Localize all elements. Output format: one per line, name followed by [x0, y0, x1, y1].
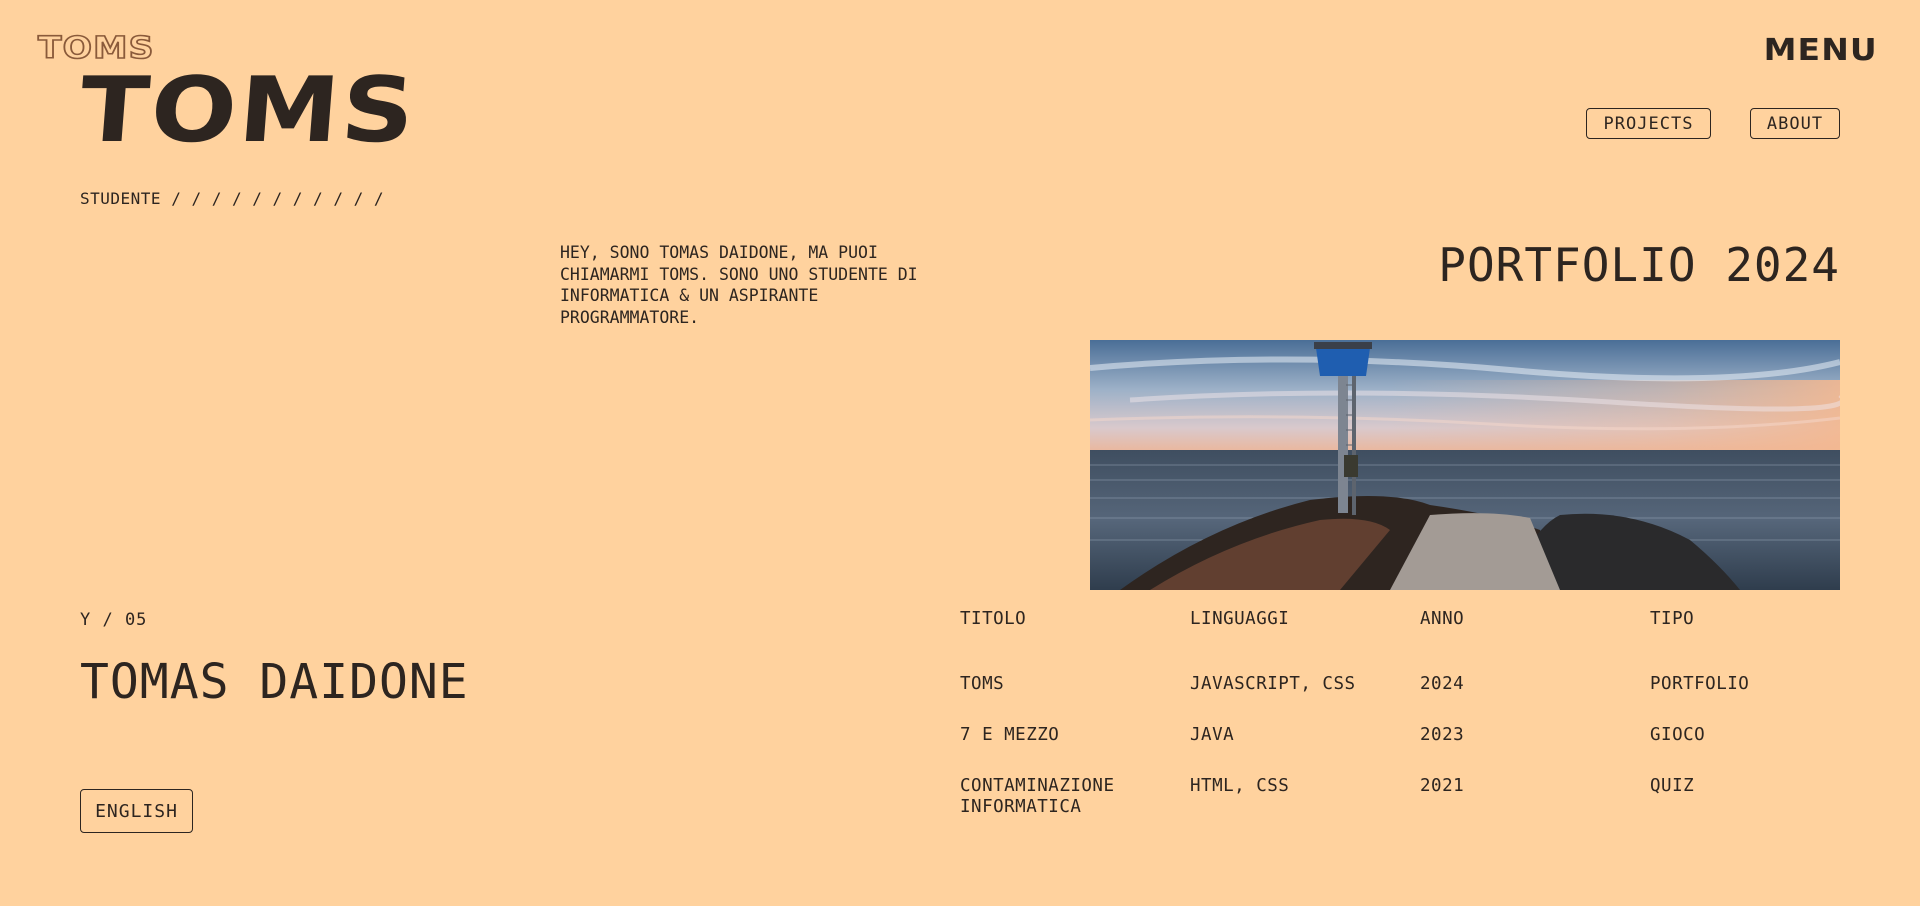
portfolio-title: PORTFOLIO 2024 [1438, 238, 1840, 292]
header-titolo: TITOLO [960, 609, 1027, 629]
logo-big: TOMS [75, 58, 421, 163]
intro-text: HEY, SONO TOMAS DAIDONE, MA PUOI CHIAMAR… [560, 243, 918, 327]
project-languages: JAVA [1190, 725, 1235, 745]
about-nav-button[interactable]: ABOUT [1750, 108, 1840, 139]
year-label: Y / 05 [80, 610, 148, 630]
hero-image-pier-lighthouse [1090, 340, 1840, 590]
projects-table-header: TITOLO LINGUAGGI ANNO TIPO [960, 609, 1840, 629]
project-year: 2024 [1420, 674, 1465, 694]
menu-button[interactable]: MENU [1764, 36, 1878, 66]
project-year: 2023 [1420, 725, 1465, 745]
header-linguaggi: LINGUAGGI [1190, 609, 1290, 629]
table-row[interactable]: TOMS JAVASCRIPT, CSS 2024 PORTFOLIO [960, 674, 1840, 695]
project-title: 7 E MEZZO [960, 725, 1060, 745]
page: TOMS TOMS MENU PROJECTS ABOUT STUDENTE /… [0, 0, 1920, 906]
language-english-button[interactable]: ENGLISH [80, 789, 193, 833]
header-tipo: TIPO [1650, 609, 1695, 629]
project-type: GIOCO [1650, 725, 1706, 745]
projects-nav-button[interactable]: PROJECTS [1586, 108, 1711, 139]
project-languages: JAVASCRIPT, CSS [1190, 674, 1356, 694]
project-title: CONTAMINAZIONE INFORMATICA [960, 776, 1115, 817]
pier-lighthouse-illustration [1090, 340, 1840, 590]
project-title: TOMS [960, 674, 1005, 694]
project-year: 2021 [1420, 776, 1465, 796]
projects-table: TITOLO LINGUAGGI ANNO TIPO TOMS JAVASCRI… [960, 609, 1840, 818]
subtitle-studente: STUDENTE / / / / / / / / / / / [80, 189, 384, 208]
project-type: QUIZ [1650, 776, 1695, 796]
project-type: PORTFOLIO [1650, 674, 1750, 694]
owner-name: TOMAS DAIDONE [80, 654, 469, 710]
header-anno: ANNO [1420, 609, 1465, 629]
table-row[interactable]: 7 E MEZZO JAVA 2023 GIOCO [960, 725, 1840, 746]
table-row[interactable]: CONTAMINAZIONE INFORMATICA HTML, CSS 202… [960, 776, 1840, 818]
project-languages: HTML, CSS [1190, 776, 1290, 796]
